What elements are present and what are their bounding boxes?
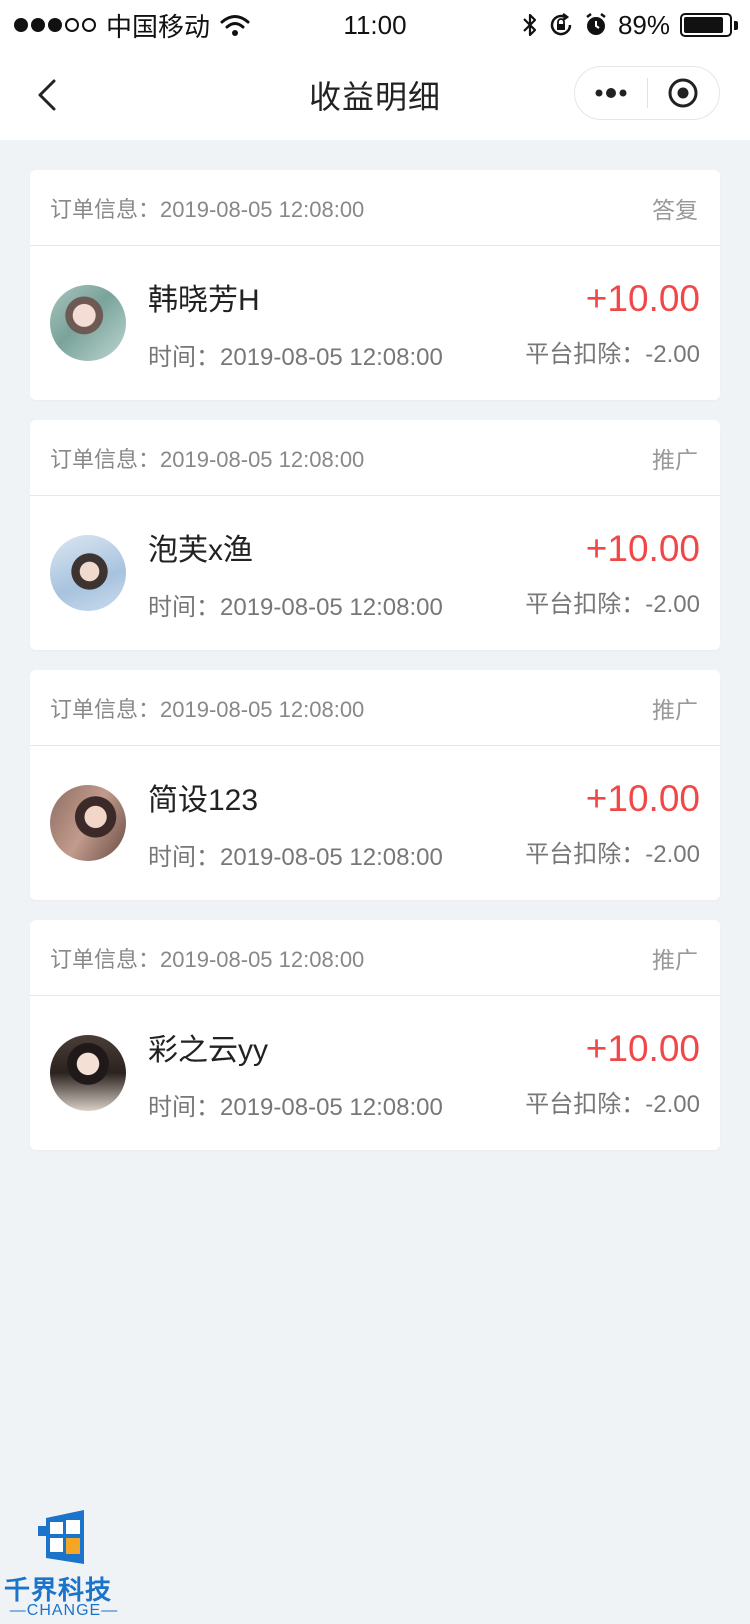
- earnings-card[interactable]: 订单信息：2019-08-05 12:08:00 答复 韩晓芳H 时间：2019…: [30, 170, 720, 400]
- card-body: 韩晓芳H 时间：2019-08-05 12:08:00 +10.00 平台扣除：…: [30, 246, 720, 400]
- avatar: [50, 785, 126, 861]
- signal-strength-icon: [14, 18, 96, 32]
- platform-fee: 平台扣除：-2.00: [525, 1090, 700, 1118]
- page-title: 收益明细: [308, 79, 441, 115]
- back-button[interactable]: [22, 70, 72, 120]
- amount: +10.00: [585, 777, 700, 819]
- platform-fee: 平台扣除：-2.00: [525, 340, 700, 368]
- record-time: 时间：2019-08-05 12:08:00: [148, 593, 443, 621]
- record-type: 推广: [652, 446, 698, 473]
- more-dots-icon: [595, 88, 627, 98]
- battery-percent: 89%: [617, 9, 670, 40]
- more-button[interactable]: [575, 67, 647, 119]
- amount: +10.00: [585, 1027, 700, 1069]
- record-type: 推广: [652, 946, 698, 973]
- amount: +10.00: [585, 277, 700, 319]
- watermark-logo: 千界科技 —CHANGE—: [0, 1506, 130, 1624]
- earnings-card[interactable]: 订单信息：2019-08-05 12:08:00 推广 简设123 时间：201…: [30, 670, 720, 900]
- earnings-list: 订单信息：2019-08-05 12:08:00 答复 韩晓芳H 时间：2019…: [30, 170, 720, 1170]
- order-info: 订单信息：2019-08-05 12:08:00: [50, 196, 365, 222]
- record-time: 时间：2019-08-05 12:08:00: [148, 343, 443, 371]
- order-info: 订单信息：2019-08-05 12:08:00: [50, 446, 365, 472]
- logo-name-en: —CHANGE—: [9, 1602, 119, 1619]
- avatar: [50, 285, 126, 361]
- windows-logo-icon: [38, 1510, 84, 1564]
- user-name: 彩之云yy: [148, 1033, 268, 1067]
- mini-program-capsule: [574, 66, 720, 120]
- card-header: 订单信息：2019-08-05 12:08:00 推广: [30, 420, 720, 496]
- user-name: 简设123: [148, 783, 259, 817]
- avatar: [50, 1035, 126, 1111]
- carrier-label: 中国移动: [106, 11, 211, 42]
- platform-fee: 平台扣除：-2.00: [525, 590, 700, 618]
- card-body: 彩之云yy 时间：2019-08-05 12:08:00 +10.00 平台扣除…: [30, 996, 720, 1150]
- card-body: 简设123 时间：2019-08-05 12:08:00 +10.00 平台扣除…: [30, 746, 720, 900]
- platform-fee: 平台扣除：-2.00: [525, 840, 700, 868]
- card-header: 订单信息：2019-08-05 12:08:00 推广: [30, 920, 720, 996]
- card-header: 订单信息：2019-08-05 12:08:00 答复: [30, 170, 720, 246]
- order-info: 订单信息：2019-08-05 12:08:00: [50, 696, 365, 722]
- status-bar: 中国移动 11:00 89%: [0, 0, 750, 50]
- chevron-left-icon: [38, 79, 56, 111]
- record-type: 答复: [652, 196, 698, 223]
- alarm-icon: [586, 13, 606, 35]
- card-header: 订单信息：2019-08-05 12:08:00 推广: [30, 670, 720, 746]
- amount: +10.00: [585, 527, 700, 569]
- record-type: 推广: [652, 696, 698, 723]
- earnings-card[interactable]: 订单信息：2019-08-05 12:08:00 推广 彩之云yy 时间：201…: [30, 920, 720, 1150]
- target-close-icon: [668, 78, 698, 108]
- rotation-lock-icon: [550, 13, 572, 36]
- battery-icon: [680, 13, 738, 37]
- close-mini-program-button[interactable]: [648, 67, 720, 119]
- wifi-icon: [220, 15, 250, 36]
- bluetooth-icon: [523, 13, 537, 37]
- card-body: 泡芙x渔 时间：2019-08-05 12:08:00 +10.00 平台扣除：…: [30, 496, 720, 650]
- avatar: [50, 535, 126, 611]
- record-time: 时间：2019-08-05 12:08:00: [148, 843, 443, 871]
- earnings-card[interactable]: 订单信息：2019-08-05 12:08:00 推广 泡芙x渔 时间：2019…: [30, 420, 720, 650]
- order-info: 订单信息：2019-08-05 12:08:00: [50, 946, 365, 972]
- user-name: 泡芙x渔: [148, 533, 253, 567]
- nav-bar: 收益明细: [0, 50, 750, 140]
- record-time: 时间：2019-08-05 12:08:00: [148, 1093, 443, 1121]
- user-name: 韩晓芳H: [148, 283, 260, 317]
